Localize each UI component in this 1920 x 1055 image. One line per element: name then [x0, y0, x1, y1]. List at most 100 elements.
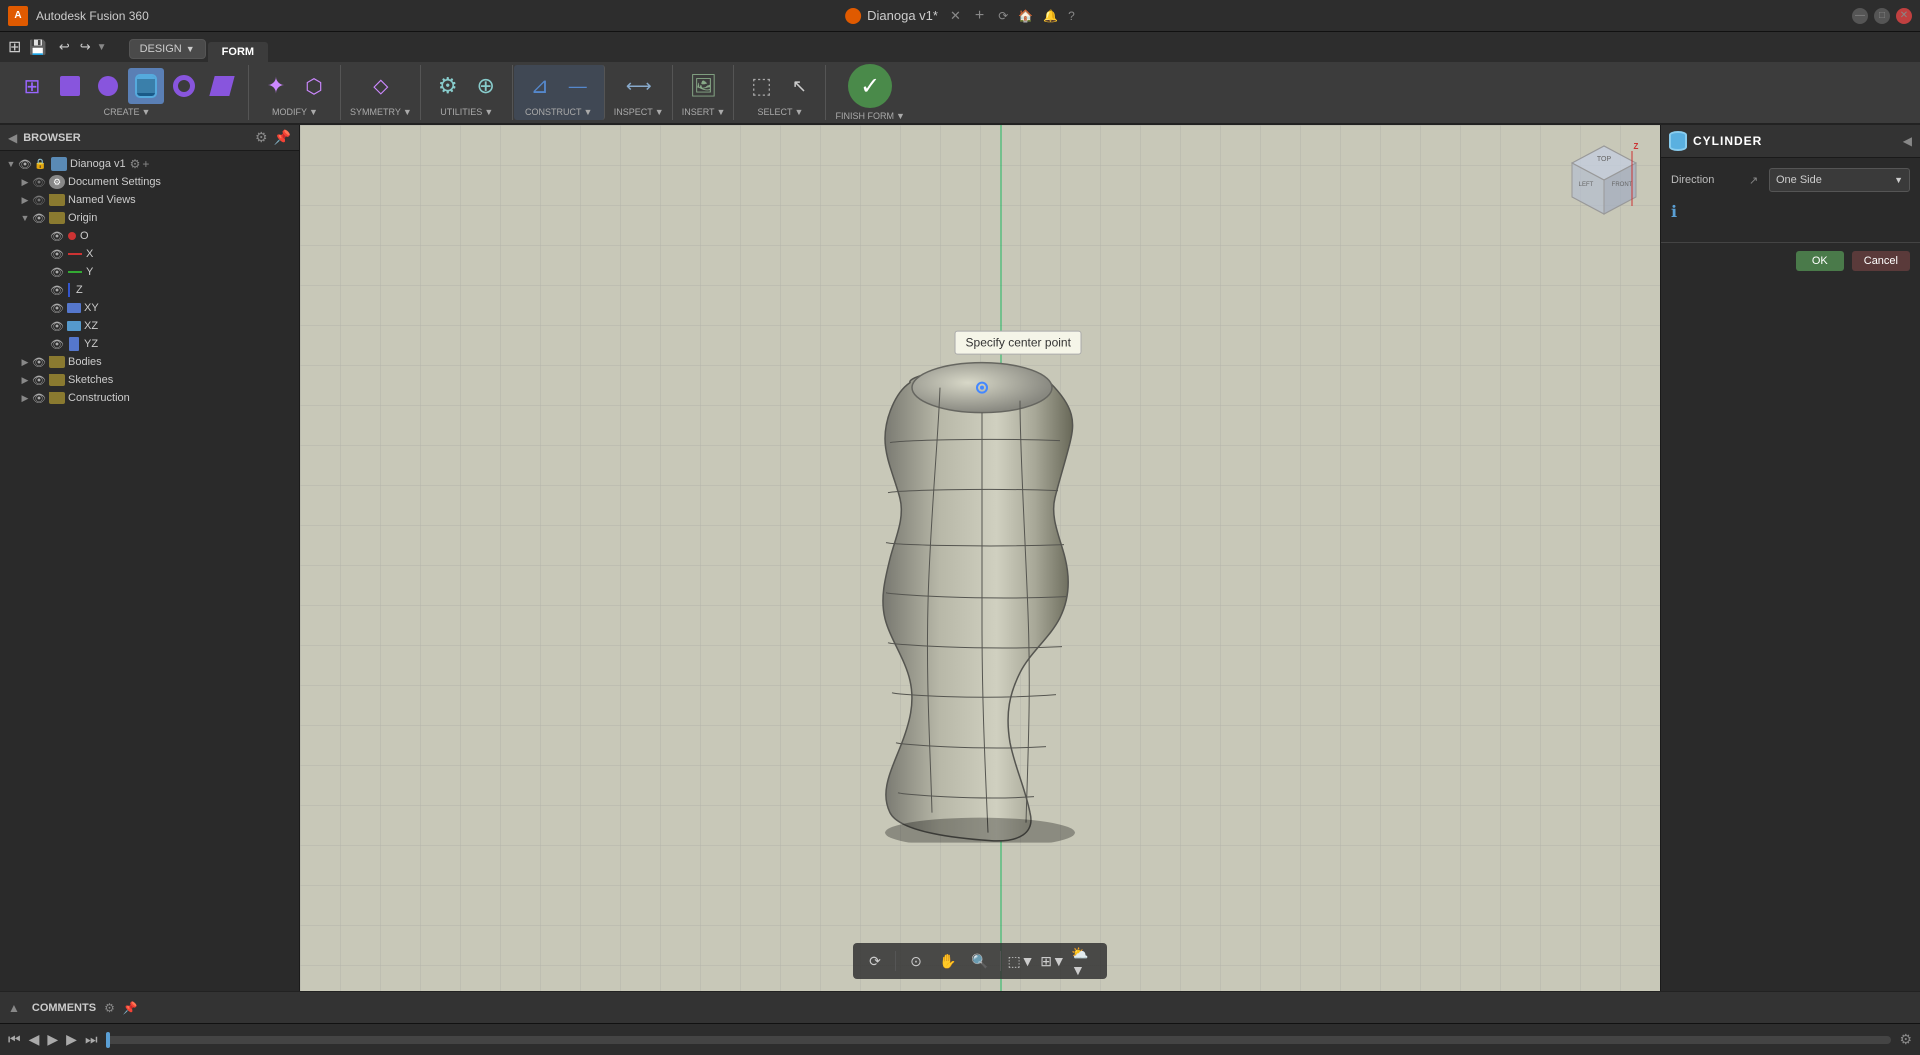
- box-btn[interactable]: [52, 68, 88, 104]
- tree-origin-y[interactable]: 👁 Y: [0, 263, 299, 281]
- bodies-visibility[interactable]: 👁: [32, 356, 46, 369]
- tree-origin-xy[interactable]: 👁 XY: [0, 299, 299, 317]
- help-btn[interactable]: ?: [1068, 9, 1075, 23]
- first-frame-btn[interactable]: ⏮: [8, 1031, 21, 1048]
- direction-dropdown[interactable]: One Side ▼: [1769, 168, 1910, 192]
- timeline[interactable]: [106, 1036, 1892, 1044]
- select-btn[interactable]: ⬚: [743, 68, 779, 104]
- form-tab[interactable]: FORM: [208, 42, 268, 62]
- browser-settings-btn[interactable]: ⚙: [255, 129, 268, 146]
- x-visibility[interactable]: 👁: [50, 248, 64, 261]
- symmetry-btn[interactable]: ⬦: [363, 68, 399, 104]
- finish-form-btn[interactable]: ✓: [848, 64, 892, 108]
- nav-btn[interactable]: ⟳: [998, 9, 1008, 23]
- construction-visibility[interactable]: 👁: [32, 392, 46, 405]
- construct-label[interactable]: CONSTRUCT ▼: [525, 107, 592, 117]
- close-btn[interactable]: ✕: [1896, 8, 1912, 24]
- tree-origin-x[interactable]: 👁 X: [0, 245, 299, 263]
- notifications-btn[interactable]: 🔔: [1043, 9, 1058, 23]
- inspect-btn[interactable]: ⟷: [621, 68, 657, 104]
- yz-visibility[interactable]: 👁: [50, 338, 64, 351]
- finish-form-label[interactable]: FINISH FORM ▼: [835, 111, 904, 121]
- grid-menu-btn[interactable]: ⊞: [8, 37, 21, 57]
- torus-btn[interactable]: [166, 68, 202, 104]
- tree-origin-o[interactable]: 👁 O: [0, 227, 299, 245]
- redo-btn[interactable]: ↪: [76, 37, 95, 57]
- next-frame-btn[interactable]: ▶: [66, 1031, 77, 1048]
- construction-expand[interactable]: ▶: [18, 391, 32, 405]
- inspect-label[interactable]: INSPECT ▼: [614, 107, 664, 117]
- tree-root[interactable]: ▼ 👁 🔒 Dianoga v1 ⚙ +: [0, 155, 299, 173]
- display-mode-btn[interactable]: ⬚▼: [1007, 947, 1035, 975]
- tree-origin-yz[interactable]: 👁 YZ: [0, 335, 299, 353]
- y-visibility[interactable]: 👁: [50, 266, 64, 279]
- select-label[interactable]: SELECT ▼: [758, 107, 804, 117]
- save-btn[interactable]: 💾: [29, 39, 46, 56]
- cylinder-btn[interactable]: [128, 68, 164, 104]
- symmetry-label[interactable]: SYMMETRY ▼: [350, 107, 412, 117]
- statusbar-settings-btn[interactable]: ⚙: [1899, 1031, 1912, 1048]
- pipe-btn[interactable]: [204, 68, 240, 104]
- browser-pin-btn[interactable]: 📌: [274, 129, 291, 146]
- tree-origin-xz[interactable]: 👁 XZ: [0, 317, 299, 335]
- last-frame-btn[interactable]: ⏭: [85, 1031, 98, 1048]
- undo-arrow[interactable]: ▼: [97, 42, 107, 53]
- tree-construction[interactable]: ▶ 👁 Construction: [0, 389, 299, 407]
- tree-origin[interactable]: ▼ 👁 Origin: [0, 209, 299, 227]
- environment-btn[interactable]: ⛅▼: [1071, 947, 1099, 975]
- sketches-expand[interactable]: ▶: [18, 373, 32, 387]
- new-tab-btn[interactable]: +: [975, 7, 984, 25]
- root-add-btn[interactable]: +: [142, 157, 149, 171]
- tree-doc-settings[interactable]: ▶ 👁 ⚙ Document Settings: [0, 173, 299, 191]
- cancel-btn[interactable]: Cancel: [1852, 251, 1910, 271]
- panel-collapse-btn[interactable]: ◀: [1903, 134, 1912, 148]
- z-visibility[interactable]: 👁: [50, 284, 64, 297]
- tree-bodies[interactable]: ▶ 👁 Bodies: [0, 353, 299, 371]
- doc-settings-expand[interactable]: ▶: [18, 175, 32, 189]
- utilities-label[interactable]: UTILITIES ▼: [440, 107, 493, 117]
- insert-label[interactable]: INSERT ▼: [682, 107, 726, 117]
- select-cursor-btn[interactable]: ↖: [781, 68, 817, 104]
- bodies-expand[interactable]: ▶: [18, 355, 32, 369]
- grid-btn[interactable]: ⊞▼: [1039, 947, 1067, 975]
- play-btn[interactable]: ▶: [47, 1031, 58, 1048]
- comments-settings-btn[interactable]: ⚙: [104, 1001, 115, 1015]
- root-visibility[interactable]: 👁: [18, 158, 32, 171]
- modify-btn2[interactable]: ⬡: [296, 68, 332, 104]
- xy-visibility[interactable]: 👁: [50, 302, 64, 315]
- origin-visibility[interactable]: 👁: [32, 212, 46, 225]
- create-label[interactable]: CREATE ▼: [104, 107, 151, 117]
- modify-btn[interactable]: ✦: [258, 68, 294, 104]
- tree-origin-z[interactable]: 👁 Z: [0, 281, 299, 299]
- o-visibility[interactable]: 👁: [50, 230, 64, 243]
- home-btn[interactable]: 🏠: [1018, 9, 1033, 23]
- viewport[interactable]: Specify center point TOP FRONT LEFT Z ⟳: [300, 125, 1660, 991]
- origin-expand[interactable]: ▼: [18, 211, 32, 225]
- root-context-btn[interactable]: ⚙: [130, 157, 141, 171]
- xz-visibility[interactable]: 👁: [50, 320, 64, 333]
- info-icon[interactable]: ℹ: [1671, 202, 1677, 222]
- prev-frame-btn[interactable]: ◀: [29, 1031, 40, 1048]
- navcube[interactable]: TOP FRONT LEFT Z: [1564, 141, 1644, 221]
- undo-btn[interactable]: ↩: [55, 37, 74, 57]
- view-options-btn[interactable]: ⟳: [861, 947, 889, 975]
- doc-settings-visibility[interactable]: 👁: [32, 176, 46, 189]
- minimize-btn[interactable]: —: [1852, 8, 1868, 24]
- utilities-btn2[interactable]: ⊕: [468, 68, 504, 104]
- sphere-btn[interactable]: [90, 68, 126, 104]
- construct-btn2[interactable]: —: [560, 68, 596, 104]
- add-object-btn[interactable]: ⊞: [14, 68, 50, 104]
- named-views-expand[interactable]: ▶: [18, 193, 32, 207]
- bottom-panel-collapse-btn[interactable]: ▲: [8, 1001, 20, 1015]
- construct-btn[interactable]: ⊿: [522, 68, 558, 104]
- insert-btn[interactable]: 🖼: [686, 68, 722, 104]
- comments-pin-btn[interactable]: 📌: [123, 1001, 138, 1015]
- orbit-btn[interactable]: ⊙: [902, 947, 930, 975]
- pan-btn[interactable]: ✋: [934, 947, 962, 975]
- root-expand-arrow[interactable]: ▼: [4, 157, 18, 171]
- zoom-btn[interactable]: 🔍: [966, 947, 994, 975]
- named-views-visibility[interactable]: 👁: [32, 194, 46, 207]
- maximize-btn[interactable]: □: [1874, 8, 1890, 24]
- modify-label[interactable]: MODIFY ▼: [272, 107, 318, 117]
- tab-close-btn[interactable]: ✕: [950, 8, 961, 24]
